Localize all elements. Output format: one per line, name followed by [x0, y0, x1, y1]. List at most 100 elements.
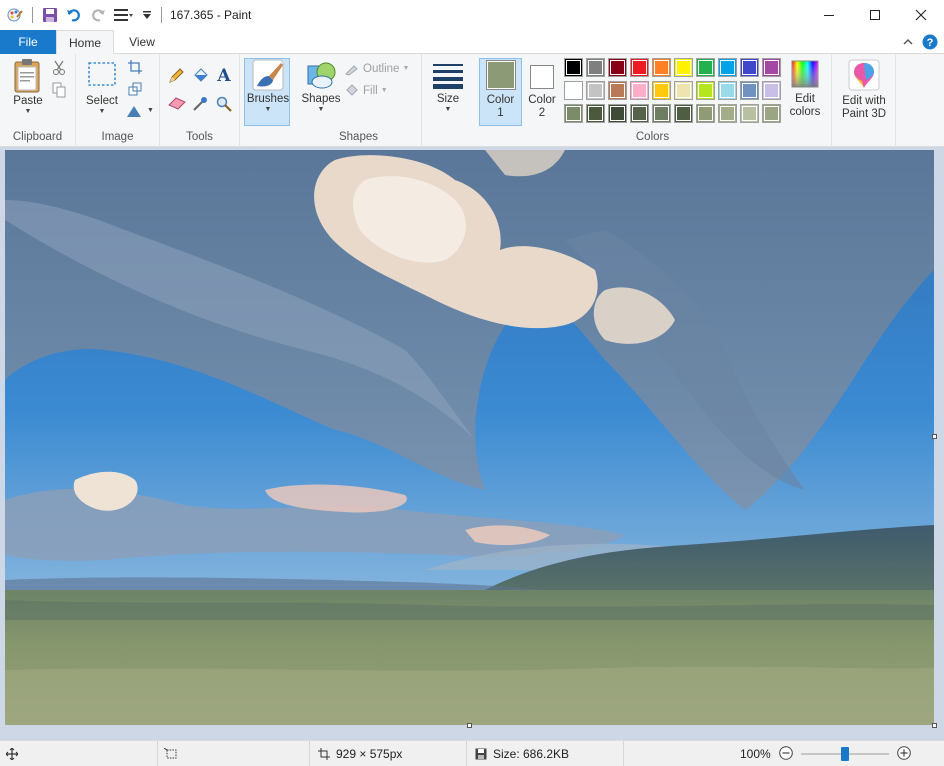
zoom-level-text: 100%: [740, 747, 771, 761]
resize-icon: [128, 82, 142, 96]
svg-text:A: A: [216, 66, 231, 84]
paste-button[interactable]: Paste ▼: [8, 58, 48, 116]
color-swatch[interactable]: [608, 81, 627, 100]
size-label: Size: [436, 93, 460, 105]
color-swatch[interactable]: [762, 104, 781, 123]
image-group-label: Image: [101, 131, 134, 143]
close-button[interactable]: [898, 0, 944, 30]
zoom-in-button[interactable]: [896, 745, 911, 763]
tools-group: A Tools: [160, 54, 240, 147]
rotate-dropdown-icon[interactable]: ▼: [147, 107, 154, 115]
scissors-icon: [53, 60, 65, 75]
color-swatch[interactable]: [740, 58, 759, 77]
help-icon[interactable]: ?: [922, 34, 938, 53]
text-tool[interactable]: A: [216, 66, 232, 84]
drawing-canvas[interactable]: [5, 150, 934, 725]
color-swatch[interactable]: [696, 104, 715, 123]
crop-button[interactable]: [128, 60, 142, 74]
edit-with-paint3d-button[interactable]: Edit with Paint 3D: [836, 58, 892, 121]
shapes-dropdown-icon[interactable]: ▼: [318, 106, 325, 114]
maximize-button[interactable]: [852, 0, 898, 30]
color-swatch[interactable]: [652, 81, 671, 100]
fill-tool[interactable]: [192, 68, 208, 84]
color-swatch[interactable]: [762, 81, 781, 100]
canvas-workspace[interactable]: [0, 147, 944, 740]
color-swatch[interactable]: [586, 81, 605, 100]
color-swatch[interactable]: [652, 58, 671, 77]
color-swatch[interactable]: [630, 104, 649, 123]
color-swatch[interactable]: [586, 104, 605, 123]
undo-icon[interactable]: [65, 6, 83, 24]
paint-app-icon[interactable]: [6, 6, 24, 24]
paste-dropdown-icon[interactable]: ▼: [25, 108, 32, 116]
color-swatch[interactable]: [674, 104, 693, 123]
paint3d-icon: [848, 59, 880, 91]
zoom-slider-thumb[interactable]: [840, 747, 849, 761]
color-swatch[interactable]: [674, 81, 693, 100]
color-swatch[interactable]: [608, 58, 627, 77]
resize-button[interactable]: [128, 82, 142, 96]
color-swatch[interactable]: [630, 58, 649, 77]
color-swatch[interactable]: [762, 58, 781, 77]
status-bar: 929 × 575px Size: 686.2KB 100%: [0, 740, 944, 766]
properties-icon[interactable]: [113, 6, 135, 24]
tab-view[interactable]: View: [114, 30, 170, 54]
tab-home[interactable]: Home: [56, 30, 114, 55]
save-icon[interactable]: [41, 6, 59, 24]
selection-size-icon: [164, 748, 177, 759]
color-swatch[interactable]: [564, 104, 583, 123]
shapes-icon: [307, 62, 336, 89]
color-swatch[interactable]: [740, 104, 759, 123]
rotate-button[interactable]: ▼: [126, 104, 154, 118]
size-button[interactable]: Size ▼: [428, 58, 468, 114]
color-swatch[interactable]: [608, 104, 627, 123]
resize-handle-corner[interactable]: [932, 723, 937, 728]
outline-button[interactable]: Outline ▼: [344, 62, 409, 76]
copy-button[interactable]: [52, 82, 66, 98]
color-swatch[interactable]: [740, 81, 759, 100]
color1-button[interactable]: Color 1: [480, 58, 521, 120]
color-swatch[interactable]: [652, 104, 671, 123]
color2-button[interactable]: Color 2: [522, 58, 562, 120]
zoom-slider[interactable]: [800, 747, 889, 761]
select-dropdown-icon[interactable]: ▼: [99, 108, 106, 116]
color-swatch[interactable]: [718, 104, 737, 123]
color-swatch[interactable]: [696, 58, 715, 77]
color1-label-line1: Color: [486, 94, 515, 106]
color-swatch[interactable]: [696, 81, 715, 100]
copy-icon: [52, 82, 66, 98]
fill-button[interactable]: Fill ▼: [344, 84, 388, 98]
color-swatch[interactable]: [564, 58, 583, 77]
magnifier-tool[interactable]: [216, 96, 232, 112]
shapes-button[interactable]: Shapes ▼: [300, 58, 342, 114]
color-swatch[interactable]: [564, 81, 583, 100]
color-swatch[interactable]: [718, 81, 737, 100]
color-swatch[interactable]: [718, 58, 737, 77]
cursor-position-cell: [0, 741, 158, 766]
collapse-ribbon-icon[interactable]: [902, 36, 914, 51]
image-dimensions-icon: [318, 748, 330, 760]
color-swatch[interactable]: [586, 58, 605, 77]
color-picker-tool[interactable]: [192, 96, 208, 112]
outline-label: Outline: [363, 63, 400, 75]
brushes-button[interactable]: Brushes ▼: [245, 58, 291, 114]
select-button[interactable]: Select ▼: [82, 58, 122, 116]
image-group: Select ▼ ▼ Image: [76, 54, 160, 147]
magnifier-icon: [216, 96, 232, 112]
resize-handle-bottom[interactable]: [467, 723, 472, 728]
redo-icon[interactable]: [89, 6, 107, 24]
tab-file[interactable]: File: [0, 30, 56, 54]
color-swatch[interactable]: [674, 58, 693, 77]
color-swatch[interactable]: [630, 81, 649, 100]
colors-group-label: Colors: [635, 131, 670, 143]
customize-qat-icon[interactable]: [141, 6, 153, 24]
cut-button[interactable]: [52, 60, 66, 76]
resize-handle-right[interactable]: [932, 434, 937, 439]
eraser-tool[interactable]: [168, 96, 186, 110]
zoom-out-button[interactable]: [778, 745, 793, 763]
edit-colors-button[interactable]: Edit colors: [784, 58, 826, 119]
brushes-dropdown-icon[interactable]: ▼: [265, 106, 272, 114]
pencil-tool[interactable]: [168, 68, 184, 84]
size-dropdown-icon[interactable]: ▼: [445, 106, 452, 114]
minimize-button[interactable]: [806, 0, 852, 30]
